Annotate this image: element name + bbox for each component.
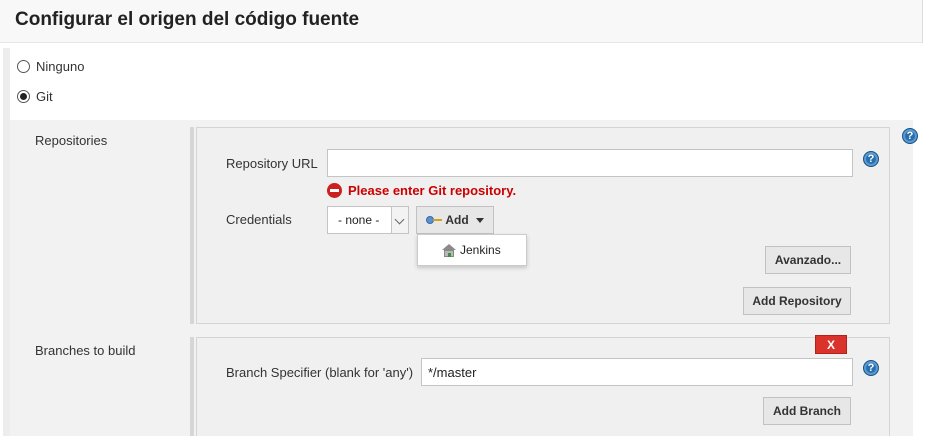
caret-down-icon <box>475 217 484 223</box>
branch-specifier-input[interactable] <box>421 358 853 386</box>
error-message: Please enter Git repository. <box>348 183 517 198</box>
radio-option-git[interactable]: Git <box>17 89 53 104</box>
branch-specifier-help-icon[interactable]: ? <box>863 360 879 376</box>
repository-url-error: Please enter Git repository. <box>327 183 516 198</box>
menu-item-jenkins[interactable]: Jenkins <box>442 243 501 257</box>
delete-branch-button[interactable]: X <box>815 335 847 354</box>
radio-ninguno[interactable] <box>17 60 30 73</box>
add-repository-button[interactable]: Add Repository <box>743 287 851 315</box>
add-branch-button[interactable]: Add Branch <box>763 397 851 425</box>
credentials-select-value: - none - <box>338 213 380 227</box>
repositories-label: Repositories <box>35 133 108 148</box>
radio-option-ninguno[interactable]: Ninguno <box>17 59 84 74</box>
branches-divider <box>190 337 194 436</box>
branch-specifier-label: Branch Specifier (blank for 'any') <box>226 365 414 380</box>
repository-url-input[interactable] <box>327 149 853 177</box>
menu-item-label: Jenkins <box>460 243 501 257</box>
section-rail <box>3 48 10 436</box>
repository-url-help-icon[interactable]: ? <box>863 151 879 167</box>
git-help-icon[interactable]: ? <box>902 128 918 144</box>
header-divider <box>922 0 923 43</box>
section-title: Configurar el origen del código fuente <box>15 9 360 30</box>
error-icon <box>327 183 342 198</box>
key-icon <box>426 215 443 225</box>
credentials-select[interactable]: - none - <box>327 206 409 234</box>
advanced-button[interactable]: Avanzado... <box>765 246 851 274</box>
radio-label-ninguno: Ninguno <box>36 59 85 74</box>
radio-label-git: Git <box>36 89 53 104</box>
radio-git[interactable] <box>17 90 30 103</box>
repositories-divider <box>190 127 194 324</box>
add-credentials-label: Add <box>445 213 469 227</box>
branches-label: Branches to build <box>35 343 136 358</box>
jenkins-store-icon <box>442 243 456 257</box>
add-credentials-menu: Jenkins <box>417 234 527 266</box>
add-credentials-button[interactable]: Add <box>416 206 494 234</box>
chevron-down-icon[interactable] <box>391 207 408 233</box>
credentials-label: Credentials <box>226 212 292 227</box>
repository-url-label: Repository URL <box>226 156 318 171</box>
